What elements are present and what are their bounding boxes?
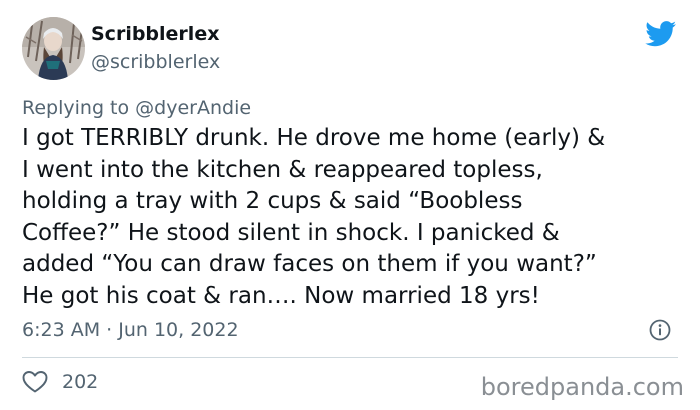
author-display-name[interactable]: Scribblerlex bbox=[91, 22, 219, 46]
tweet-text-line: I went into the kitchen & reappeared top… bbox=[22, 156, 543, 183]
tweet-text-line: holding a tray with 2 cups & said “Boobl… bbox=[22, 188, 523, 214]
tweet-text-line: I got TERRIBLY drunk. He drove me home (… bbox=[22, 125, 606, 151]
profile-photo bbox=[22, 17, 85, 80]
reply-mention-link[interactable]: @dyerAndie bbox=[135, 97, 251, 119]
replying-to-prefix: Replying to bbox=[22, 97, 130, 119]
replying-to: Replying to @dyerAndie bbox=[22, 96, 251, 120]
heart-icon bbox=[22, 371, 48, 393]
tweet-text-line: Coffee?” He stood silent in shock. I pan… bbox=[22, 219, 560, 246]
tweet-text: I got TERRIBLY drunk. He drove me home (… bbox=[22, 123, 682, 312]
divider bbox=[22, 357, 678, 358]
avatar[interactable] bbox=[22, 17, 85, 80]
like-count: 202 bbox=[62, 371, 99, 393]
tweet-timestamp[interactable]: 6:23 AM · Jun 10, 2022 bbox=[22, 318, 239, 342]
author-handle[interactable]: @scribblerlex bbox=[91, 50, 220, 74]
watermark: boredpanda.com bbox=[480, 373, 684, 401]
like-button[interactable]: 202 bbox=[22, 370, 98, 394]
tweet-text-line: He got his coat & ran…. Now married 18 y… bbox=[22, 282, 540, 309]
twitter-bird-icon[interactable] bbox=[645, 21, 677, 47]
tweet-text-line: added “You can draw faces on them if you… bbox=[22, 251, 597, 277]
info-icon[interactable] bbox=[649, 319, 671, 341]
